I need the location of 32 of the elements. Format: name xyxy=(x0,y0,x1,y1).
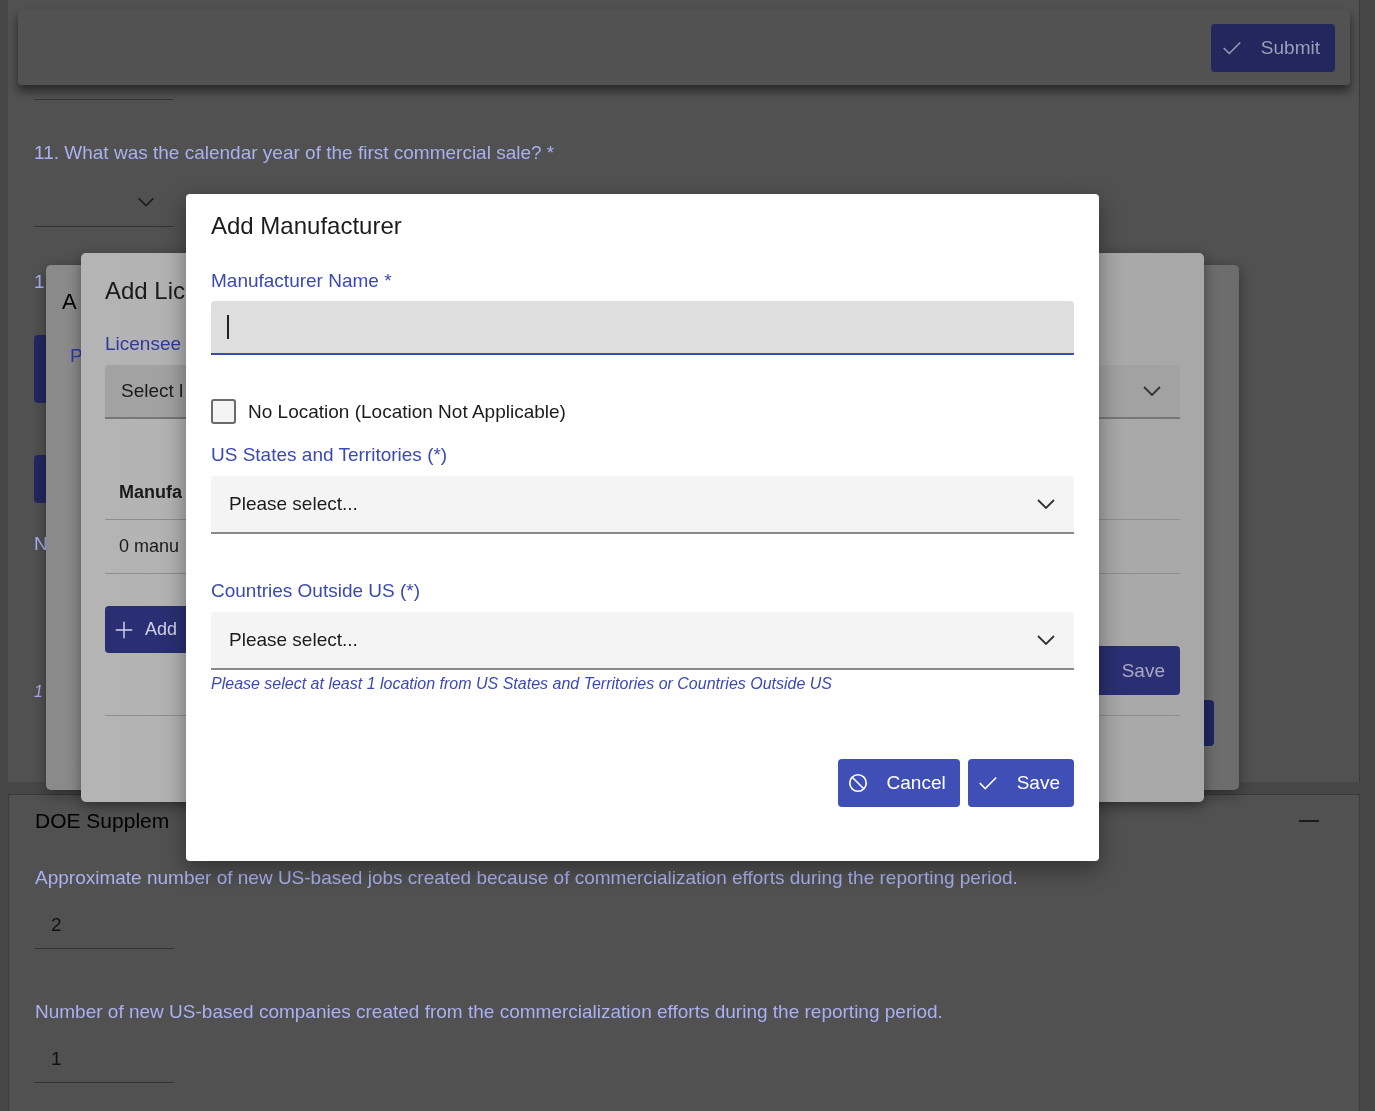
section-title: DOE Supplem xyxy=(35,809,170,833)
minus-icon[interactable] xyxy=(1299,819,1319,823)
checkbox[interactable] xyxy=(211,399,236,424)
save-button[interactable]: Save xyxy=(967,759,1074,807)
field-label: Manufacturer Name * xyxy=(211,270,393,292)
question-label: 1 xyxy=(34,271,45,293)
question-label: Approximate number of new US-based jobs created because of commercialization efforts during the reporting period. xyxy=(35,867,1019,889)
dialog-title: Add Manufacturer xyxy=(211,212,403,240)
field-label: Licensee xyxy=(105,333,182,355)
states-select[interactable]: Please select... xyxy=(211,476,1074,534)
field-label: Countries Outside US (*) xyxy=(211,580,422,602)
cancel-button[interactable]: Cancel xyxy=(837,759,960,807)
manufacturer-name-field[interactable] xyxy=(211,301,1074,355)
select-value: Select l xyxy=(121,380,184,402)
question-label: 11. What was the calendar year of the first commercial sale? * xyxy=(34,142,555,164)
question-label: N xyxy=(34,533,48,555)
hint-text: 1 xyxy=(34,683,43,701)
dialog-title: Add Lic xyxy=(105,277,186,305)
countries-select[interactable]: Please select... xyxy=(211,612,1074,670)
dialog-title: A xyxy=(62,289,77,315)
field-label: P xyxy=(70,345,83,367)
select-placeholder: Please select... xyxy=(229,629,358,651)
select-placeholder: Please select... xyxy=(229,493,358,515)
hint-text: Please select at least 1 location from US States and Territories or Countries Outside US xyxy=(211,675,834,693)
cancel-icon xyxy=(846,772,869,794)
table-cell: 0 manu xyxy=(119,536,180,557)
table-header: Manufa xyxy=(119,481,182,503)
text-cursor xyxy=(227,315,229,339)
checkbox-label: No Location (Location Not Applicable) xyxy=(248,400,566,423)
submit-button[interactable]: Submit xyxy=(1210,23,1335,72)
field-label: US States and Territories (*) xyxy=(211,444,449,466)
question-label: Number of new US-based companies created from the commercialization efforts during the reporting period. xyxy=(35,1001,944,1023)
